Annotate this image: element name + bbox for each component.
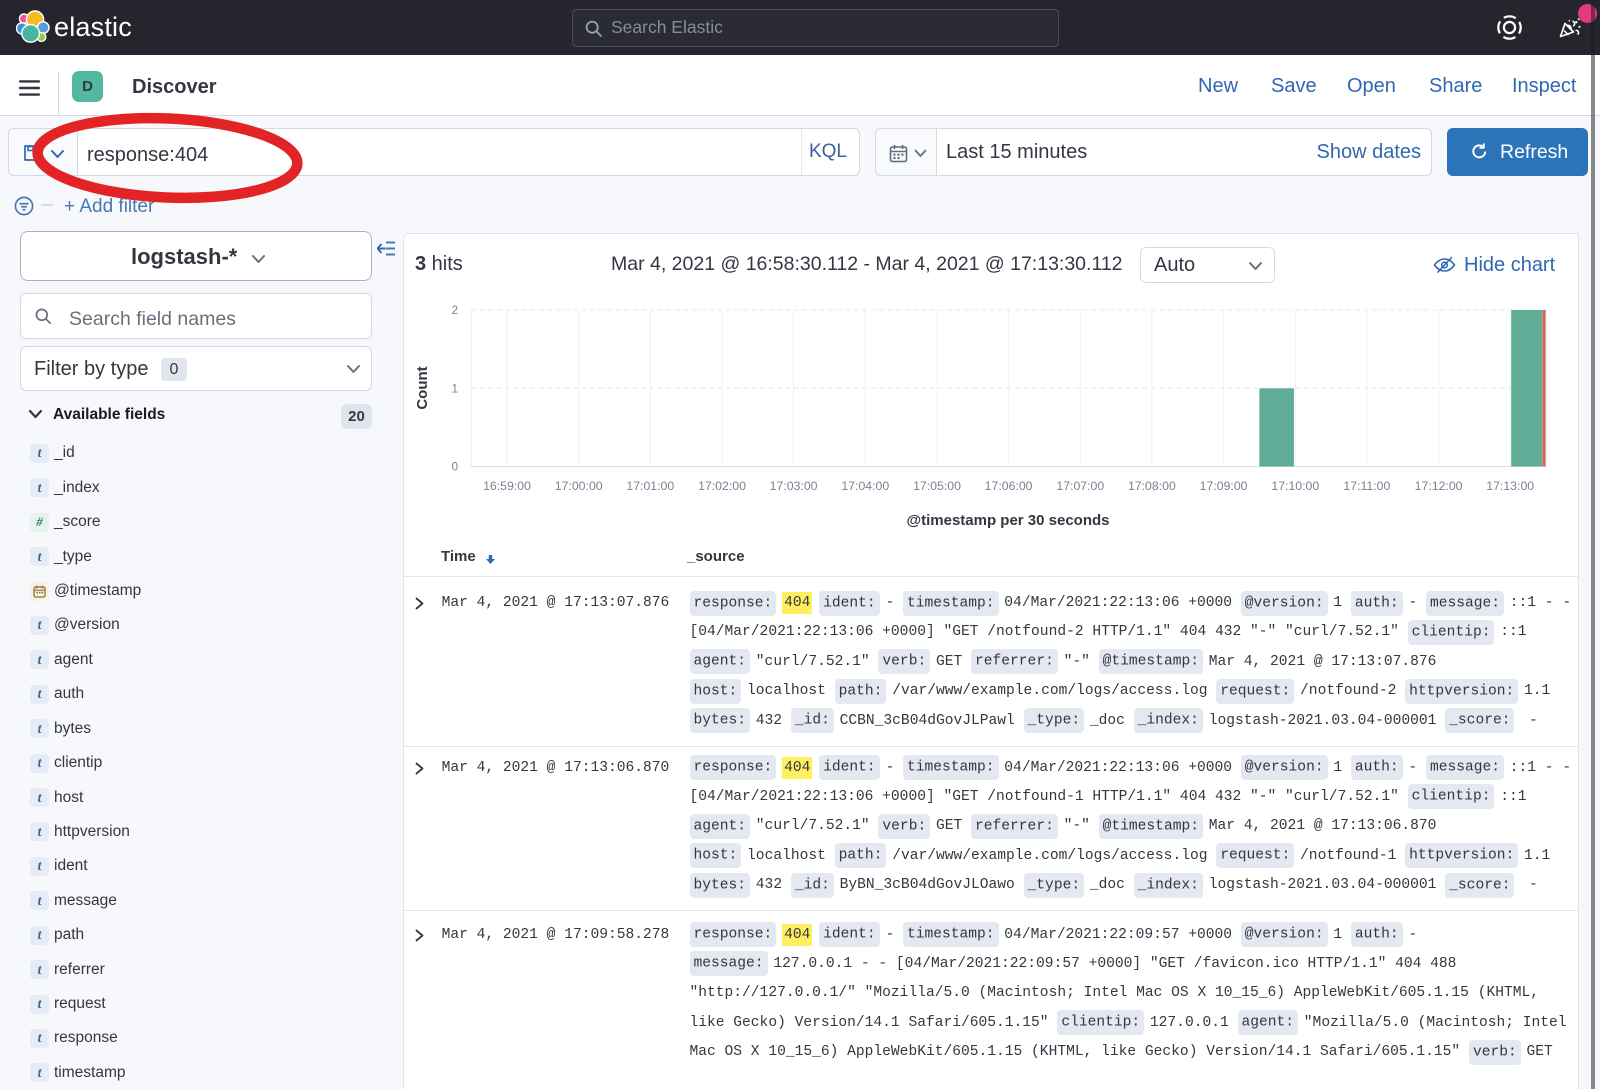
svg-text:17:02:00: 17:02:00 [698,479,746,493]
svg-text:17:13:00: 17:13:00 [1486,479,1534,493]
svg-text:17:01:00: 17:01:00 [626,479,674,493]
svg-text:17:11:00: 17:11:00 [1343,479,1390,493]
svg-text:17:10:00: 17:10:00 [1271,479,1319,493]
svg-text:17:06:00: 17:06:00 [985,479,1033,493]
svg-text:2: 2 [452,305,458,317]
svg-text:17:05:00: 17:05:00 [913,479,961,493]
svg-text:17:09:00: 17:09:00 [1200,479,1248,493]
svg-text:17:08:00: 17:08:00 [1128,479,1176,493]
svg-text:17:04:00: 17:04:00 [841,479,889,493]
svg-text:1: 1 [452,383,458,395]
svg-text:17:07:00: 17:07:00 [1056,479,1104,493]
svg-text:17:03:00: 17:03:00 [770,479,818,493]
svg-text:16:59:00: 16:59:00 [483,479,531,493]
svg-text:0: 0 [452,462,458,474]
svg-text:Count: Count [414,366,431,409]
svg-text:17:12:00: 17:12:00 [1415,479,1463,493]
svg-text:17:00:00: 17:00:00 [555,479,603,493]
